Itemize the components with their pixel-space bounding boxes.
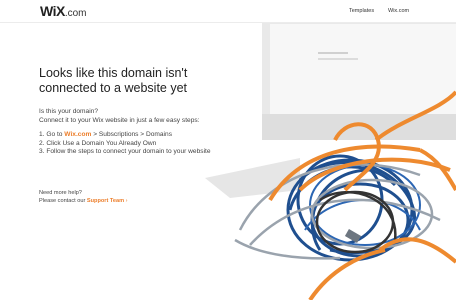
top-bar: WiX.com Templates Wix.com <box>0 0 456 23</box>
contact-prefix: Please contact our <box>39 198 87 204</box>
domain-question: Is this your domain? <box>39 108 99 115</box>
nav-wix-link[interactable]: Wix.com <box>388 8 409 14</box>
wix-com-link[interactable]: Wix.com <box>64 131 91 138</box>
step-3: 3. Follow the steps to connect your doma… <box>39 148 211 155</box>
page-headline: Looks like this domain isn't connected t… <box>39 66 211 96</box>
monitor-screen <box>270 24 456 114</box>
step-1-prefix: 1. Go to <box>39 131 65 138</box>
nav-templates-link[interactable]: Templates <box>349 8 374 14</box>
support-team-link[interactable]: Support Team <box>87 198 124 204</box>
main-content: Looks like this domain isn't connected t… <box>39 66 211 206</box>
logo-suffix: .com <box>64 8 87 19</box>
chevron-right-icon: › <box>125 198 128 204</box>
step-1-suffix: > Subscriptions > Domains <box>91 131 172 138</box>
step-2: 2. Click Use a Domain You Already Own <box>39 139 157 147</box>
headline-line-1: Looks like this domain isn't <box>39 66 188 80</box>
contact-line: Please contact our Support Team › <box>39 197 211 206</box>
logo-mark: WiX <box>40 3 65 19</box>
intro-text: Connect it to your Wix website in just a… <box>39 116 200 124</box>
need-help-text: Need more help? <box>39 189 82 196</box>
wix-logo[interactable]: WiX.com <box>40 3 87 19</box>
headline-line-2: connected to a website yet <box>39 81 188 95</box>
step-1: 1. Go to Wix.com > Subscriptions > Domai… <box>39 131 211 140</box>
monitor-chin <box>262 114 456 140</box>
